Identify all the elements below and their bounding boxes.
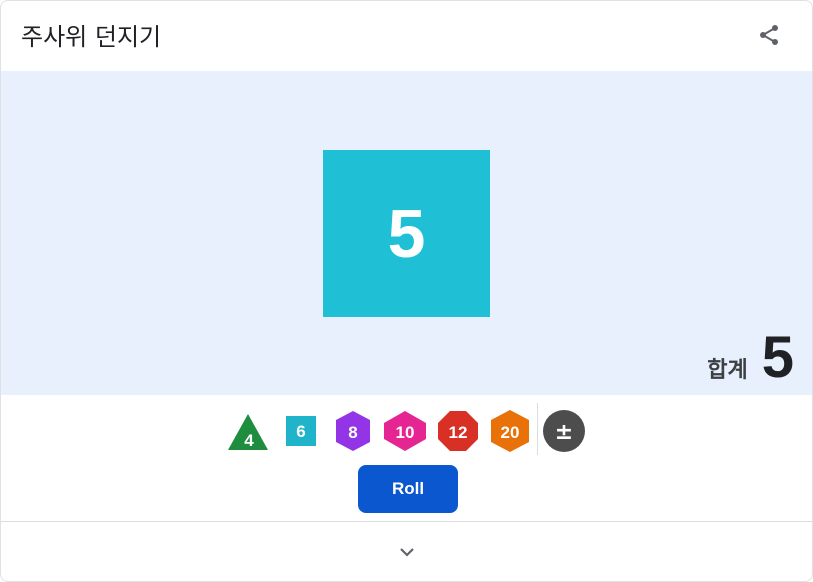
header: 주사위 던지기: [1, 1, 812, 71]
d12-icon: 12: [438, 411, 478, 451]
d10-button[interactable]: 10: [382, 405, 428, 457]
share-icon: [760, 25, 778, 45]
die-value: 5: [387, 195, 426, 272]
rolled-die-d6[interactable]: 5: [323, 150, 490, 317]
expand-button[interactable]: [389, 537, 425, 567]
plus-minus-icon: ±: [543, 410, 585, 452]
d10-label: 10: [396, 423, 415, 442]
d20-icon: 20: [491, 410, 529, 452]
d8-label: 8: [348, 423, 357, 442]
roll-button[interactable]: Roll: [358, 465, 458, 513]
d6-label: 6: [296, 422, 305, 441]
share-button[interactable]: [751, 17, 787, 53]
d20-label: 20: [501, 423, 520, 442]
d12-button[interactable]: 12: [435, 405, 481, 457]
chevron-down-icon: [400, 548, 414, 557]
dice-roller-card: 주사위 던지기 5 합계 5 4 6 8 10 12 20 ± Roll: [0, 0, 813, 582]
d10-icon: 10: [384, 411, 426, 451]
d4-icon: 4: [228, 414, 268, 450]
d4-label: 4: [244, 431, 254, 450]
total-value: 5: [761, 325, 794, 390]
d6-icon: 6: [286, 416, 316, 446]
dice-separator: [537, 403, 538, 455]
dice-stage: 5 합계 5: [1, 71, 812, 395]
footer-divider: [1, 521, 812, 522]
d20-button[interactable]: 20: [487, 405, 533, 457]
page-title: 주사위 던지기: [21, 23, 162, 51]
total: 합계 5: [707, 329, 794, 387]
d4-button[interactable]: 4: [225, 405, 271, 457]
d12-label: 12: [449, 423, 468, 442]
total-label: 합계: [707, 358, 748, 383]
d8-button[interactable]: 8: [332, 405, 374, 457]
d6-button[interactable]: 6: [282, 405, 320, 457]
modifier-label: ±: [555, 420, 573, 445]
d8-icon: 8: [336, 411, 370, 451]
dice-selector: 4 6 8 10 12 20 ±: [1, 405, 812, 457]
modifier-button[interactable]: ±: [541, 405, 587, 457]
